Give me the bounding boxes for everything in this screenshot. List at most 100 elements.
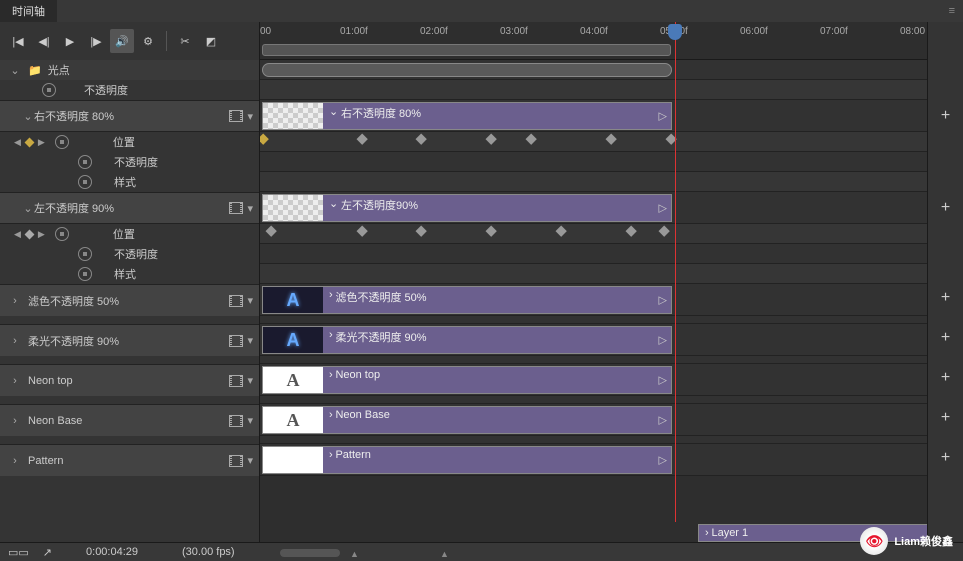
add-clip-button[interactable]: + bbox=[928, 402, 963, 434]
keyframe-diamond[interactable] bbox=[266, 226, 277, 237]
prop-row-style[interactable]: 样式 bbox=[0, 264, 259, 284]
transition-icon[interactable]: ◩ bbox=[199, 29, 223, 53]
scroll-thumb[interactable] bbox=[280, 549, 340, 557]
prev-key-icon[interactable]: ◀ bbox=[12, 229, 23, 240]
clip-bar[interactable]: ⌄ 左不透明度90%▷ bbox=[262, 194, 672, 222]
clip-track[interactable]: A› Neon top▷ bbox=[260, 364, 927, 396]
timecode[interactable]: 0:00:04:29 bbox=[86, 546, 138, 558]
chevron-down-icon[interactable]: ⌄ bbox=[8, 202, 28, 215]
chevron-down-icon[interactable]: ▾ bbox=[247, 414, 253, 427]
panel-menu-icon[interactable]: ≡ bbox=[941, 5, 963, 17]
chevron-right-icon[interactable]: › bbox=[8, 455, 22, 467]
zoom-handle-icon[interactable]: ▲ bbox=[440, 549, 449, 559]
folder-row[interactable]: ⌄ 📁 光点 bbox=[0, 60, 259, 80]
keyframe-diamond[interactable] bbox=[556, 226, 567, 237]
stopwatch-icon[interactable] bbox=[78, 267, 92, 281]
keyframe-icon[interactable] bbox=[24, 229, 34, 239]
film-icon[interactable] bbox=[229, 295, 243, 307]
playhead[interactable] bbox=[668, 24, 682, 40]
clip-track[interactable]: A› 柔光不透明度 90%▷ bbox=[260, 324, 927, 356]
step-forward-icon[interactable]: |▶ bbox=[84, 29, 108, 53]
footer-control-icon[interactable]: ▭▭ bbox=[8, 546, 29, 559]
keyframe-track[interactable] bbox=[260, 132, 927, 152]
stopwatch-icon[interactable] bbox=[78, 155, 92, 169]
chevron-down-icon[interactable]: ⌄ bbox=[8, 110, 28, 123]
layer-header[interactable]: ›Neon Base▾ bbox=[0, 404, 259, 436]
clip-bar[interactable]: › Pattern▷ bbox=[262, 446, 672, 474]
timeline-panel[interactable]: 0001:00f02:00f03:00f04:00f05:00f06:00f07… bbox=[260, 22, 927, 542]
keyframe-diamond[interactable] bbox=[416, 226, 427, 237]
stopwatch-icon[interactable] bbox=[78, 247, 92, 261]
goto-start-icon[interactable]: |◀ bbox=[6, 29, 30, 53]
prop-row-position[interactable]: ◀ ▶ 位置 bbox=[0, 132, 259, 152]
footer-control-icon[interactable]: ↗ bbox=[43, 546, 52, 559]
add-clip-button[interactable]: + bbox=[928, 322, 963, 354]
layer-header-l90[interactable]: ⌄ 左不透明度 90% ▾ bbox=[0, 192, 259, 224]
zoom-handle-icon[interactable]: ▲ bbox=[350, 549, 359, 559]
layer-header[interactable]: ›Neon top▾ bbox=[0, 364, 259, 396]
stopwatch-icon[interactable] bbox=[55, 227, 69, 241]
zoom-bar[interactable] bbox=[262, 63, 672, 77]
film-icon[interactable] bbox=[229, 110, 243, 122]
add-clip-button[interactable]: + bbox=[928, 100, 963, 132]
clip-bar[interactable]: ⌄ 右不透明度 80%▷ bbox=[262, 102, 672, 130]
step-back-icon[interactable]: ◀| bbox=[32, 29, 56, 53]
clip-track[interactable]: › Pattern▷ bbox=[260, 444, 927, 476]
clip-bar[interactable]: A› 滤色不透明度 50%▷ bbox=[262, 286, 672, 314]
clip-track[interactable]: A› Neon Base▷ bbox=[260, 404, 927, 436]
keyframe-diamond[interactable] bbox=[260, 134, 269, 145]
next-key-icon[interactable]: ▶ bbox=[36, 229, 47, 240]
chevron-right-icon[interactable]: › bbox=[8, 295, 22, 307]
clip-bar[interactable]: A› Neon top▷ bbox=[262, 366, 672, 394]
audio-icon[interactable]: 🔊 bbox=[110, 29, 134, 53]
clip-bar[interactable]: A› 柔光不透明度 90%▷ bbox=[262, 326, 672, 354]
prev-key-icon[interactable]: ◀ bbox=[12, 137, 23, 148]
film-icon[interactable] bbox=[229, 415, 243, 427]
stopwatch-icon[interactable] bbox=[78, 175, 92, 189]
stopwatch-icon[interactable] bbox=[42, 83, 56, 97]
split-icon[interactable]: ✂ bbox=[173, 29, 197, 53]
keyframe-diamond[interactable] bbox=[526, 134, 537, 145]
play-icon[interactable]: ▶ bbox=[58, 29, 82, 53]
add-clip-button[interactable]: + bbox=[928, 442, 963, 474]
chevron-down-icon[interactable]: ▾ bbox=[247, 374, 253, 387]
keyframe-diamond[interactable] bbox=[486, 226, 497, 237]
film-icon[interactable] bbox=[229, 375, 243, 387]
clip-track[interactable]: A› 滤色不透明度 50%▷ bbox=[260, 284, 927, 316]
keyframe-diamond[interactable] bbox=[416, 134, 427, 145]
keyframe-diamond[interactable] bbox=[357, 134, 368, 145]
keyframe-diamond[interactable] bbox=[626, 226, 637, 237]
clip-track-r80[interactable]: ⌄ 右不透明度 80%▷ bbox=[260, 100, 927, 132]
chevron-down-icon[interactable]: ▾ bbox=[247, 110, 253, 123]
film-icon[interactable] bbox=[229, 455, 243, 467]
work-area-bar[interactable] bbox=[262, 44, 671, 56]
keyframe-diamond[interactable] bbox=[659, 226, 670, 237]
add-clip-button[interactable]: + bbox=[928, 362, 963, 394]
chevron-down-icon[interactable]: ▾ bbox=[247, 334, 253, 347]
folder-opacity-row[interactable]: 不透明度 bbox=[0, 80, 259, 100]
layer-header[interactable]: ›滤色不透明度 50%▾ bbox=[0, 284, 259, 316]
clip-track-l90[interactable]: ⌄ 左不透明度90%▷ bbox=[260, 192, 927, 224]
prop-row-opacity[interactable]: 不透明度 bbox=[0, 152, 259, 172]
film-icon[interactable] bbox=[229, 335, 243, 347]
keyframe-track[interactable] bbox=[260, 224, 927, 244]
stopwatch-icon[interactable] bbox=[55, 135, 69, 149]
add-clip-button[interactable]: + bbox=[928, 192, 963, 224]
chevron-right-icon[interactable]: › bbox=[8, 375, 22, 387]
chevron-down-icon[interactable]: ▾ bbox=[247, 202, 253, 215]
prop-row-position[interactable]: ◀ ▶ 位置 bbox=[0, 224, 259, 244]
settings-icon[interactable]: ⚙ bbox=[136, 29, 160, 53]
chevron-down-icon[interactable]: ▾ bbox=[247, 454, 253, 467]
layer-header[interactable]: ›柔光不透明度 90%▾ bbox=[0, 324, 259, 356]
clip-bar[interactable]: A› Neon Base▷ bbox=[262, 406, 672, 434]
chevron-right-icon[interactable]: › bbox=[8, 415, 22, 427]
chevron-right-icon[interactable]: › bbox=[8, 335, 22, 347]
keyframe-icon[interactable] bbox=[24, 137, 34, 147]
keyframe-diamond[interactable] bbox=[357, 226, 368, 237]
film-icon[interactable] bbox=[229, 202, 243, 214]
prop-row-opacity[interactable]: 不透明度 bbox=[0, 244, 259, 264]
zoom-scrollbar[interactable]: ▲ ▲ bbox=[280, 549, 680, 559]
layer-header[interactable]: ›Pattern▾ bbox=[0, 444, 259, 476]
prop-row-style[interactable]: 样式 bbox=[0, 172, 259, 192]
layer-header-r80[interactable]: ⌄ 右不透明度 80% ▾ bbox=[0, 100, 259, 132]
